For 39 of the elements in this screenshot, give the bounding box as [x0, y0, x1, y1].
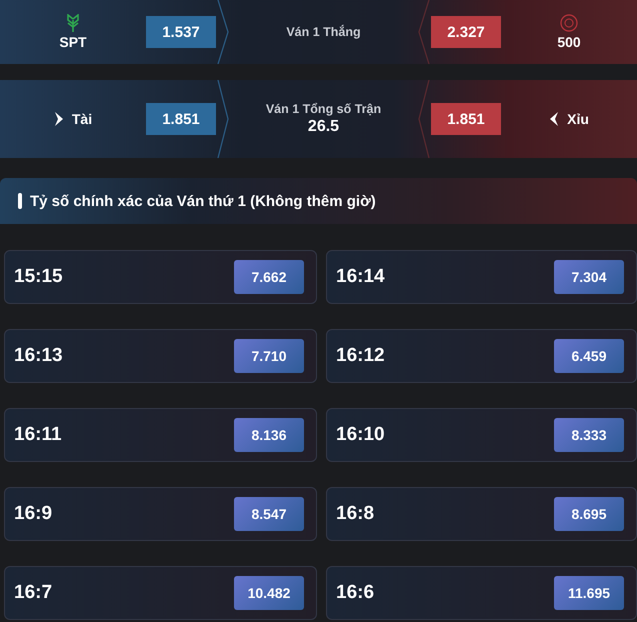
odds-button[interactable]: 8.136 [234, 418, 304, 452]
leaf-logo-icon [66, 14, 80, 32]
odds-button[interactable]: 1.537 [146, 16, 216, 48]
chevron-right-icon [54, 111, 64, 127]
score-label: 16:6 [336, 582, 374, 604]
score-label: 16:10 [336, 424, 385, 446]
odds-button[interactable]: 7.662 [234, 260, 304, 294]
team-name: SPT [59, 34, 87, 50]
odds-button[interactable]: 8.695 [554, 497, 624, 531]
over-label: Tài [72, 111, 92, 127]
odds-button[interactable]: 11.695 [554, 576, 624, 610]
odds-button[interactable]: 8.333 [554, 418, 624, 452]
odds-button[interactable]: 7.710 [234, 339, 304, 373]
odds-button[interactable]: 6.459 [554, 339, 624, 373]
circle-logo-icon [560, 14, 578, 32]
market-line: 26.5 [308, 118, 340, 136]
team-name: 500 [557, 34, 581, 50]
chevron-divider [417, 0, 431, 64]
score-label: 15:15 [14, 266, 63, 288]
odds-button[interactable]: 8.547 [234, 497, 304, 531]
odds-button[interactable]: 2.327 [431, 16, 501, 48]
score-label: 16:12 [336, 345, 385, 367]
odds-button[interactable]: 10.482 [234, 576, 304, 610]
score-label: 16:8 [336, 503, 374, 525]
odds-button[interactable]: 7.304 [554, 260, 624, 294]
odds-button[interactable]: 1.851 [431, 103, 501, 135]
odds-button[interactable]: 1.851 [146, 103, 216, 135]
under-label: Xỉu [567, 111, 589, 127]
score-label: 16:13 [14, 345, 63, 367]
chevron-divider [216, 0, 230, 64]
score-label: 16:9 [14, 503, 52, 525]
section-title: Tỷ số chính xác của Ván thứ 1 (Không thêm giờ) [30, 192, 376, 210]
score-label: 16:14 [336, 266, 385, 288]
market-title: Ván 1 Tổng số Trận [266, 102, 382, 116]
chevron-left-icon [549, 111, 560, 127]
accent-bar [18, 193, 22, 209]
market-title: Ván 1 Thắng [286, 25, 361, 39]
score-label: 16:7 [14, 582, 52, 604]
score-label: 16:11 [14, 424, 62, 446]
